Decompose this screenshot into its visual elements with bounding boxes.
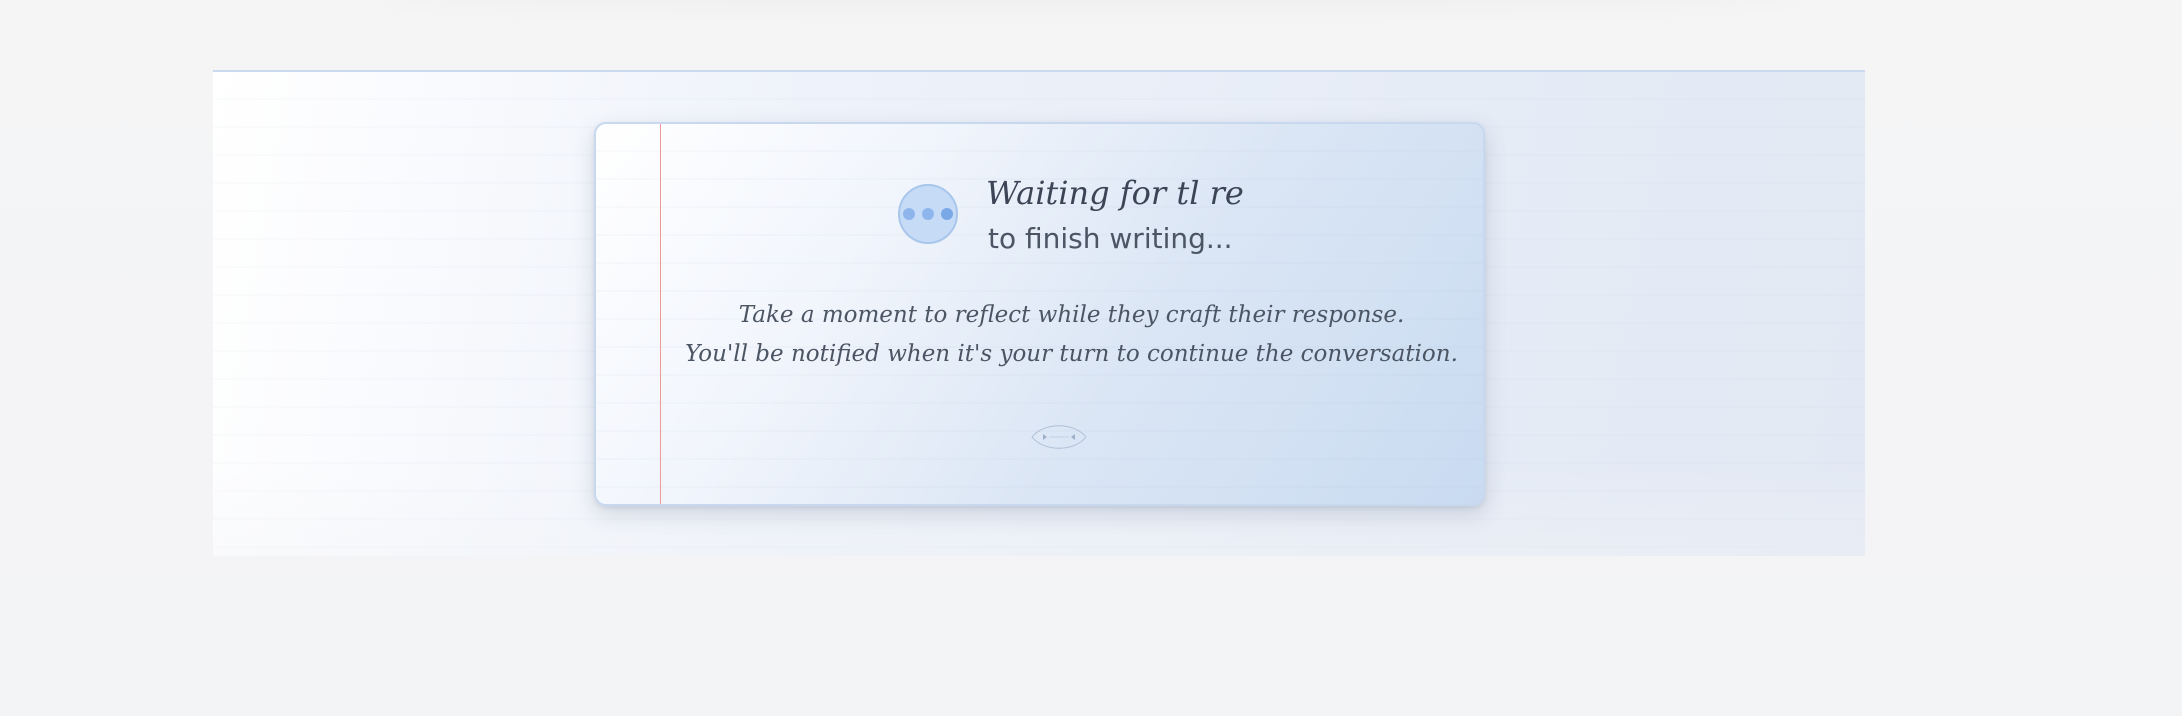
message-line-2: You'll be notified when it's your turn t…	[685, 341, 1458, 367]
waiting-subtitle: to finish writing...	[988, 222, 1233, 255]
top-shadow	[380, 0, 1800, 10]
typing-dot	[941, 208, 953, 220]
typing-dots-icon	[898, 184, 958, 244]
typing-dot	[922, 208, 934, 220]
typing-dot	[903, 208, 915, 220]
waiting-title: Waiting for tl re	[986, 174, 1244, 212]
waiting-card: Waiting for tl re to finish writing... T…	[594, 122, 1485, 506]
page: Waiting for tl re to finish writing... T…	[0, 0, 2182, 716]
leaf-divider-icon	[1031, 425, 1087, 449]
waiting-stage: Waiting for tl re to finish writing... T…	[213, 70, 1865, 556]
message-line-1: Take a moment to reflect while they craf…	[738, 302, 1405, 328]
waiting-message: Take a moment to reflect while they craf…	[660, 296, 1483, 374]
